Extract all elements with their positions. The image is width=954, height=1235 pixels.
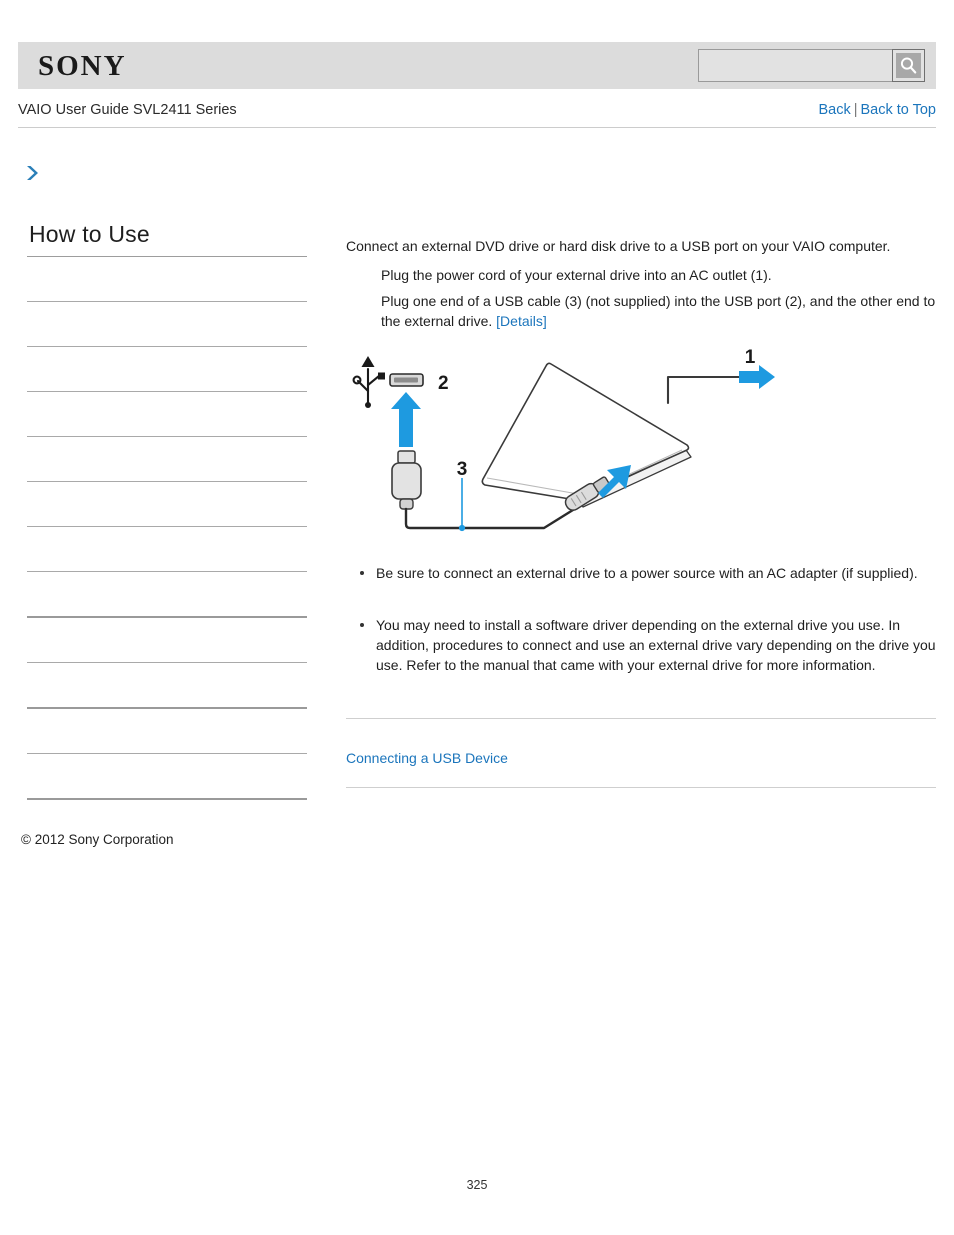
- related-section-top-divider: [346, 718, 936, 719]
- step-2-text: Plug one end of a USB cable (3) (not sup…: [381, 293, 936, 329]
- usb-insert-arrow-icon: [391, 392, 421, 447]
- step-2: Plug one end of a USB cable (3) (not sup…: [381, 291, 936, 331]
- callout-1-arrow-icon: [739, 365, 775, 389]
- sidebar-item-5[interactable]: [27, 437, 307, 481]
- sidebar-item-1[interactable]: [27, 257, 307, 301]
- header-nav: Back | Back to Top: [818, 100, 936, 120]
- page-title: VAIO User Guide SVL2411 Series: [18, 102, 237, 118]
- sidebar-item-2[interactable]: [27, 302, 307, 346]
- power-cord-illustration: [666, 375, 743, 405]
- search-input[interactable]: [698, 49, 892, 82]
- callout-3-leader: [458, 478, 466, 532]
- usb-cable-illustration: [404, 498, 591, 530]
- note-1: Be sure to connect an external drive to …: [346, 563, 936, 583]
- sidebar-item-10[interactable]: [27, 663, 307, 707]
- back-to-top-link[interactable]: Back to Top: [860, 102, 936, 118]
- details-link[interactable]: [Details]: [496, 313, 547, 329]
- back-link[interactable]: Back: [818, 102, 850, 118]
- intro-paragraph: Connect an external DVD drive or hard di…: [346, 238, 891, 254]
- sidebar-item-9[interactable]: [27, 618, 307, 662]
- sony-logo: SONY: [38, 50, 127, 82]
- connection-diagram-svg: 1 2 3: [352, 347, 775, 532]
- sidebar-item-11[interactable]: [27, 709, 307, 753]
- sidebar-title: How to Use: [29, 221, 150, 247]
- callout-1-label: 1: [745, 347, 756, 368]
- related-section-bottom-divider: [346, 787, 936, 788]
- note-2: You may need to install a software drive…: [346, 615, 936, 675]
- sidebar-item-7[interactable]: [27, 527, 307, 571]
- search-icon: [896, 53, 921, 78]
- notes-list: Be sure to connect an external drive to …: [346, 563, 936, 675]
- sidebar-divider: [27, 798, 307, 800]
- connection-diagram: 1 2 3: [346, 347, 936, 537]
- steps-list: Plug the power cord of your external dri…: [346, 265, 936, 331]
- callout-2-label: 2: [438, 373, 449, 394]
- usb-port-icon: [389, 373, 424, 387]
- chevron-right-icon[interactable]: [24, 163, 42, 183]
- site-header: SONY: [18, 42, 936, 89]
- page-number: 325: [466, 1178, 488, 1192]
- guide-title-row: VAIO User Guide SVL2411 Series Back | Back…: [18, 100, 936, 126]
- copyright-text: © 2012 Sony Corporation: [21, 832, 174, 847]
- sidebar-item-12[interactable]: [27, 754, 307, 798]
- sidebar: How to Use: [27, 218, 307, 800]
- usb-symbol-icon: [352, 356, 385, 408]
- header-divider: [18, 127, 936, 128]
- usb-connector-plug: [391, 450, 422, 510]
- main-content: Connect an external DVD drive or hard di…: [346, 236, 936, 675]
- sidebar-item-3[interactable]: [27, 347, 307, 391]
- sidebar-item-4[interactable]: [27, 392, 307, 436]
- sidebar-item-8[interactable]: [27, 572, 307, 616]
- sidebar-item-6[interactable]: [27, 482, 307, 526]
- callout-3-label: 3: [457, 459, 468, 480]
- related-link-connecting-a-usb-device[interactable]: Connecting a USB Device: [346, 748, 508, 768]
- step-1: Plug the power cord of your external dri…: [381, 267, 772, 283]
- search-area: [698, 49, 925, 82]
- search-button[interactable]: [892, 49, 925, 82]
